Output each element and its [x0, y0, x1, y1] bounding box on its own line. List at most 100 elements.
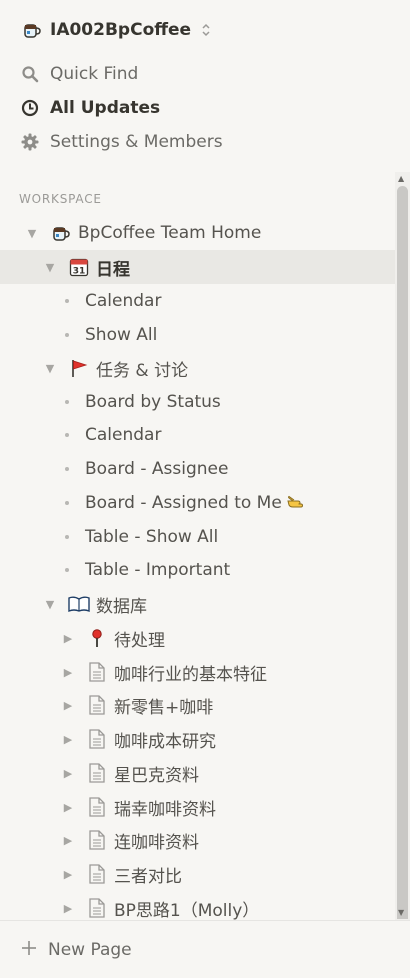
bullet — [65, 535, 69, 539]
tree-item-page[interactable]: ▶ 新零售+咖啡 — [0, 688, 395, 722]
page-tree: ▼ BpCoffee Team Home ▼ 31 日程 Calendar Sh… — [0, 214, 395, 920]
tree-item-label: Board - Assigned to Me — [85, 493, 282, 513]
expand-triangle-icon[interactable]: ▶ — [62, 699, 74, 712]
workspace-section-label: WORKSPACE — [19, 192, 102, 206]
plus-icon — [20, 939, 38, 962]
tree-item-pending[interactable]: ▶ 待处理 — [0, 621, 395, 655]
collapse-triangle-icon[interactable]: ▼ — [44, 598, 56, 611]
pushpin-icon — [86, 627, 108, 649]
settings-members-item[interactable]: Settings & Members — [20, 127, 223, 157]
workspace-switcher[interactable]: IA002BpCoffee — [22, 17, 211, 43]
chevron-updown-icon — [201, 23, 211, 37]
tree-item-board-assignee[interactable]: Board - Assignee — [0, 452, 395, 486]
expand-triangle-icon[interactable]: ▶ — [62, 834, 74, 847]
new-page-button[interactable]: New Page — [20, 935, 132, 965]
scroll-down-arrow-icon[interactable]: ▼ — [398, 908, 404, 917]
tree-item-label: Board by Status — [85, 392, 221, 412]
tree-item-label: 连咖啡资料 — [114, 832, 199, 853]
coffee-mug-icon — [50, 222, 72, 244]
tree-item-page[interactable]: ▶ 咖啡行业的基本特征 — [0, 655, 395, 689]
expand-triangle-icon[interactable]: ▶ — [62, 868, 74, 881]
bullet — [65, 400, 69, 404]
tree-item-label: Show All — [85, 325, 158, 345]
expand-triangle-icon[interactable]: ▶ — [62, 902, 74, 915]
open-book-icon — [68, 593, 90, 615]
tree-item-tasks-discussion[interactable]: ▼ 任务 & 讨论 — [0, 351, 395, 385]
tree-item-label: 日程 — [96, 259, 130, 280]
clock-icon — [20, 98, 40, 118]
tree-item-label: Board - Assignee — [85, 459, 229, 479]
calendar-icon: 31 — [68, 256, 90, 278]
footer-divider — [0, 920, 410, 921]
tree-item-label: 待处理 — [114, 630, 165, 651]
tree-item-page[interactable]: ▶ BP思路1（Molly） — [0, 891, 395, 920]
collapse-triangle-icon[interactable]: ▼ — [44, 261, 56, 274]
expand-triangle-icon[interactable]: ▶ — [62, 632, 74, 645]
tree-item-board-by-status[interactable]: Board by Status — [0, 385, 395, 419]
search-icon — [20, 64, 40, 84]
workspace-name: IA002BpCoffee — [50, 20, 192, 40]
tree-item-label: BP思路1（Molly） — [114, 900, 260, 921]
all-updates-label: All Updates — [50, 98, 161, 118]
sidebar-scrollbar[interactable]: ▲ ▼ — [395, 172, 410, 920]
settings-members-label: Settings & Members — [50, 132, 223, 152]
svg-text:31: 31 — [73, 267, 86, 277]
tree-item-label: 数据库 — [96, 596, 147, 617]
tree-item-label: Table - Important — [85, 560, 231, 580]
document-icon — [86, 661, 108, 683]
tree-item-calendar-view[interactable]: Calendar — [0, 284, 395, 318]
bullet — [65, 568, 69, 572]
tree-item-calendar-view[interactable]: Calendar — [0, 418, 395, 452]
tree-item-label: 咖啡行业的基本特征 — [114, 664, 267, 685]
gear-icon — [20, 132, 40, 152]
quick-find-label: Quick Find — [50, 64, 139, 84]
tree-item-table-show-all[interactable]: Table - Show All — [0, 520, 395, 554]
tree-item-page[interactable]: ▶ 瑞幸咖啡资料 — [0, 790, 395, 824]
expand-triangle-icon[interactable]: ▶ — [62, 767, 74, 780]
bullet — [65, 501, 69, 505]
pointing-hand-icon — [286, 492, 308, 514]
bullet — [65, 467, 69, 471]
tree-item-page[interactable]: ▶ 星巴克资料 — [0, 756, 395, 790]
collapse-triangle-icon[interactable]: ▼ — [44, 362, 56, 375]
document-icon — [86, 829, 108, 851]
bullet — [65, 433, 69, 437]
document-icon — [86, 863, 108, 885]
quick-find-item[interactable]: Quick Find — [20, 59, 138, 89]
expand-triangle-icon[interactable]: ▶ — [62, 666, 74, 679]
tree-item-page[interactable]: ▶ 咖啡成本研究 — [0, 722, 395, 756]
collapse-triangle-icon[interactable]: ▼ — [26, 227, 38, 240]
bullet — [65, 333, 69, 337]
scroll-up-arrow-icon[interactable]: ▲ — [398, 174, 404, 183]
tree-item-board-assigned-to-me[interactable]: Board - Assigned to Me — [0, 486, 395, 520]
document-icon — [86, 796, 108, 818]
tree-item-label: 瑞幸咖啡资料 — [114, 799, 216, 820]
tree-item-schedule[interactable]: ▼ 31 日程 — [0, 250, 395, 284]
tree-item-label: 任务 & 讨论 — [96, 360, 189, 381]
tree-item-label: BpCoffee Team Home — [78, 223, 262, 243]
red-flag-icon — [68, 357, 90, 379]
coffee-mug-icon — [22, 20, 42, 40]
expand-triangle-icon[interactable]: ▶ — [62, 801, 74, 814]
tree-item-label: 三者对比 — [114, 866, 182, 887]
tree-item-page[interactable]: ▶ 连咖啡资料 — [0, 823, 395, 857]
tree-item-label: 星巴克资料 — [114, 765, 199, 786]
document-icon — [86, 897, 108, 919]
document-icon — [86, 762, 108, 784]
tree-item-label: 咖啡成本研究 — [114, 731, 216, 752]
new-page-label: New Page — [48, 940, 132, 960]
expand-triangle-icon[interactable]: ▶ — [62, 733, 74, 746]
tree-item-label: Table - Show All — [85, 527, 219, 547]
tree-item-label: Calendar — [85, 291, 162, 311]
tree-item-label: Calendar — [85, 425, 162, 445]
scrollbar-thumb[interactable] — [397, 186, 408, 919]
tree-item-label: 新零售+咖啡 — [114, 697, 214, 718]
tree-item-page[interactable]: ▶ 三者对比 — [0, 857, 395, 891]
tree-item-team-home[interactable]: ▼ BpCoffee Team Home — [0, 216, 395, 250]
tree-item-table-important[interactable]: Table - Important — [0, 553, 395, 587]
all-updates-item[interactable]: All Updates — [20, 93, 160, 123]
tree-item-database[interactable]: ▼ 数据库 — [0, 587, 395, 621]
document-icon — [86, 694, 108, 716]
bullet — [65, 299, 69, 303]
tree-item-show-all-view[interactable]: Show All — [0, 318, 395, 352]
